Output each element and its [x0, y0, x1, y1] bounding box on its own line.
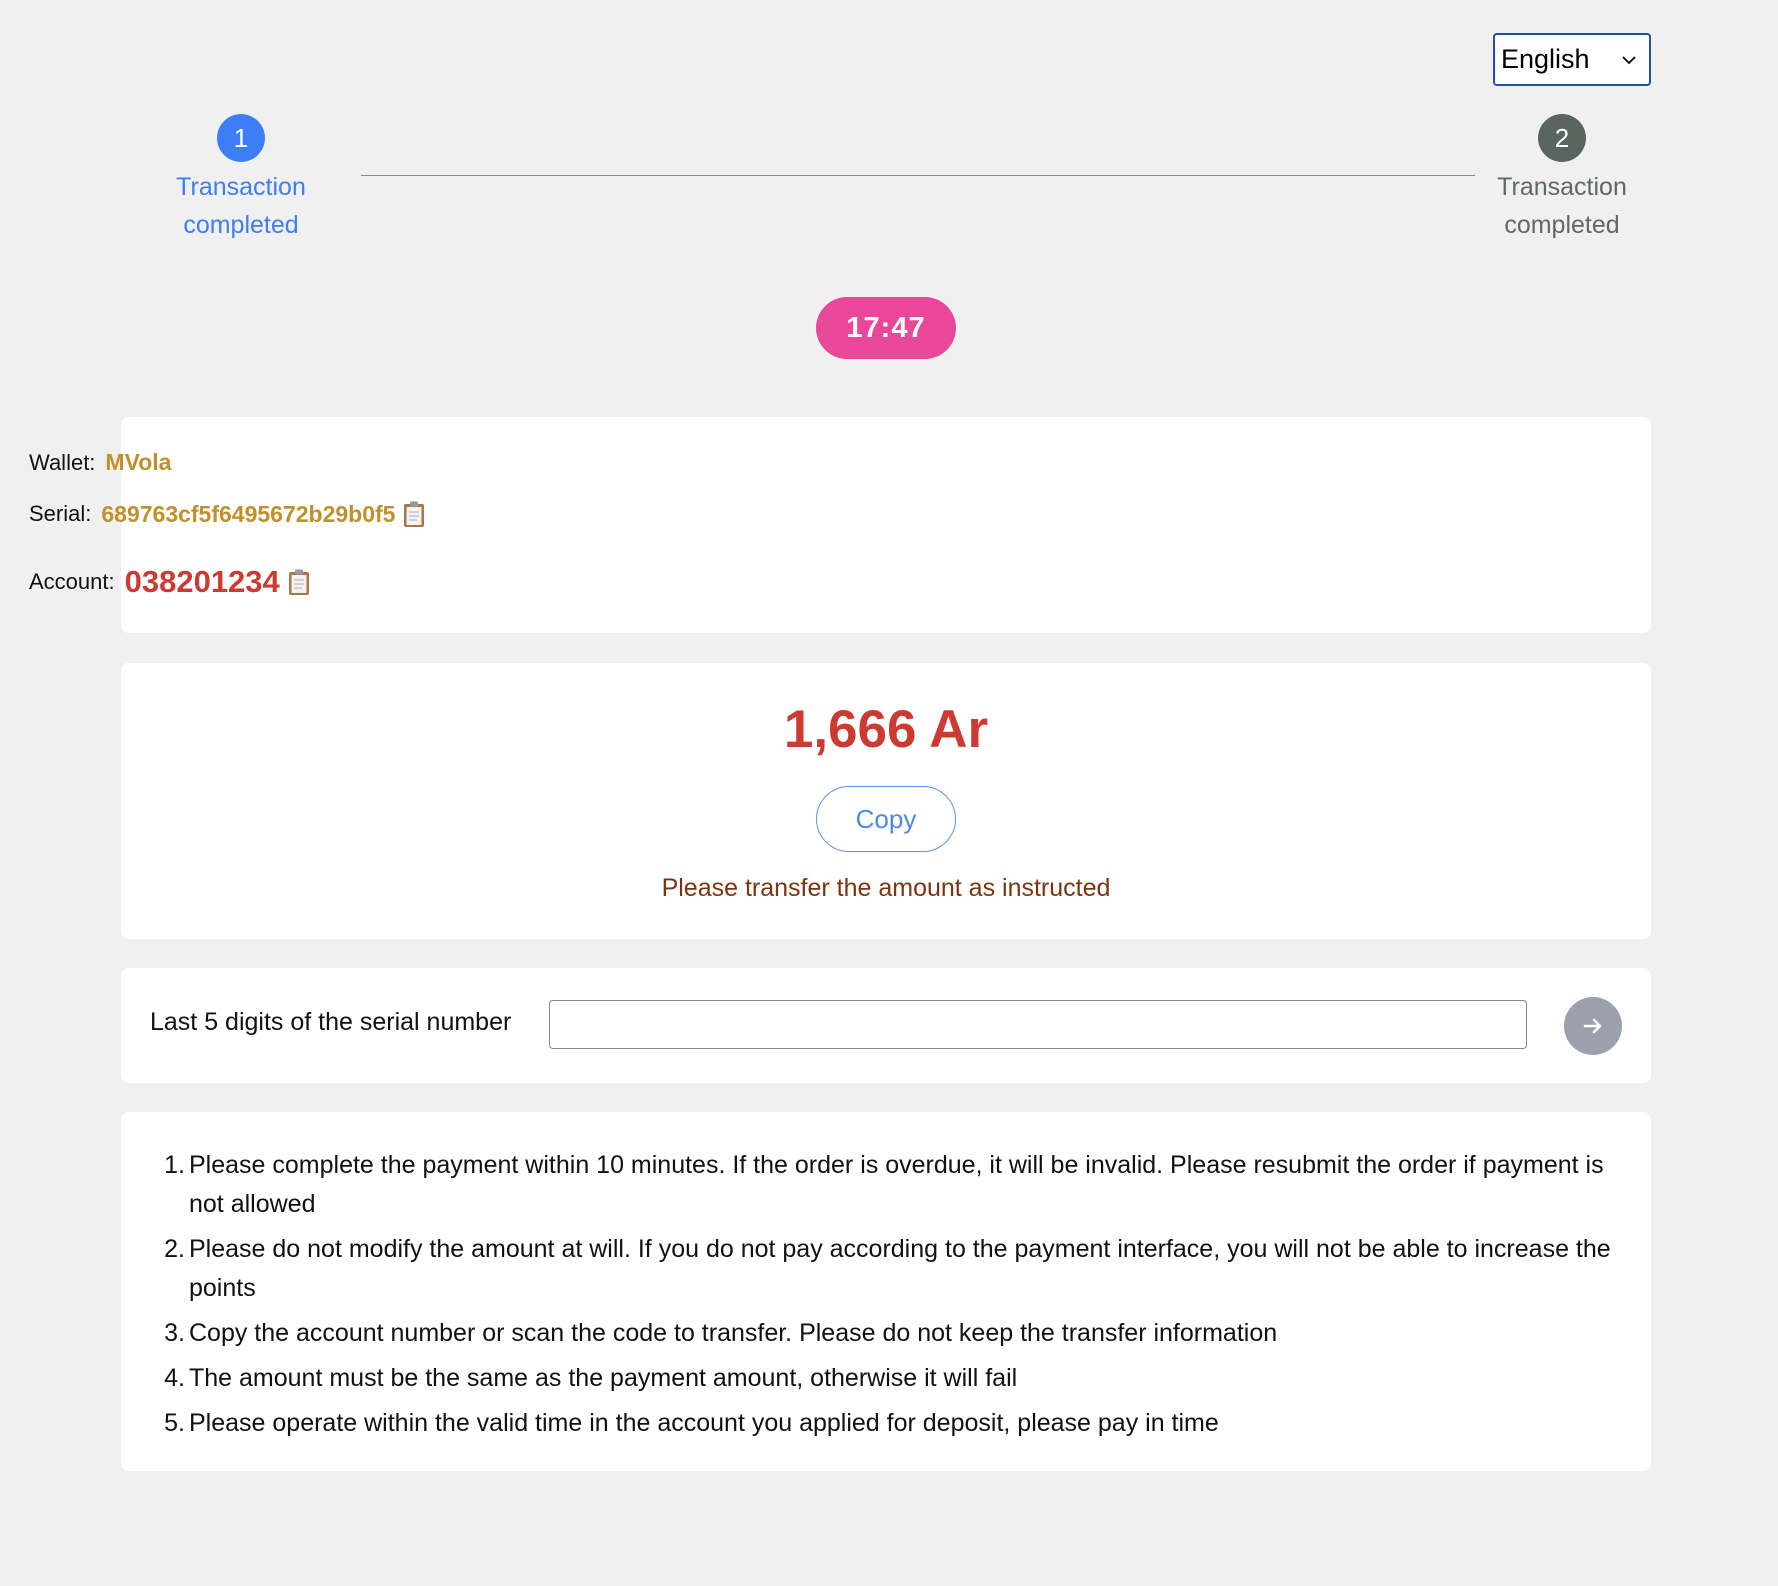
step-1: 1 Transaction completed	[141, 114, 341, 244]
arrow-right-icon	[1583, 1018, 1602, 1034]
transfer-notice: Please transfer the amount as instructed	[661, 874, 1111, 902]
instruction-item: Please operate within the valid time in …	[159, 1404, 1219, 1443]
serial-digits-input[interactable]	[549, 1000, 1527, 1049]
submit-button[interactable]	[1564, 997, 1622, 1055]
serial-digits-card: Last 5 digits of the serial number	[121, 968, 1651, 1083]
progress-stepper: 1 Transaction completed 2 Transaction co…	[0, 0, 1778, 260]
instructions-card: Please complete the payment within 10 mi…	[121, 1112, 1651, 1471]
serial-label: Serial:	[29, 501, 92, 526]
account-label: Account:	[29, 569, 115, 594]
copy-amount-button[interactable]: Copy	[816, 786, 956, 852]
clipboard-icon[interactable]	[402, 500, 426, 528]
amount-card: 1,666 Ar Copy Please transfer the amount…	[121, 663, 1651, 939]
step-2: 2 Transaction completed	[1462, 114, 1662, 244]
wallet-label: Wallet:	[29, 449, 96, 475]
serial-digits-label: Last 5 digits of the serial number	[150, 1008, 512, 1036]
amount-value: 1,666 Ar	[783, 700, 989, 759]
instructions-list: Please complete the payment within 10 mi…	[159, 1146, 1619, 1449]
step-1-label: Transaction completed	[176, 173, 306, 239]
step-1-number: 1	[217, 114, 265, 162]
serial-row: Serial: 689763cf5f6495672b29b0f5	[29, 500, 426, 528]
step-2-label: Transaction completed	[1497, 173, 1627, 239]
step-2-number: 2	[1538, 114, 1586, 162]
instruction-item: Copy the account number or scan the code…	[159, 1314, 1278, 1353]
serial-value: 689763cf5f6495672b29b0f5	[101, 500, 396, 527]
wallet-value: MVola	[105, 449, 172, 475]
instruction-item: Please complete the payment within 10 mi…	[159, 1146, 1604, 1218]
account-row: Account: 038201234	[29, 564, 311, 600]
step-connector-line	[361, 175, 1475, 176]
instruction-item: The amount must be the same as the payme…	[159, 1359, 1018, 1398]
instruction-item: Please do not modify the amount at will.…	[159, 1230, 1611, 1302]
clipboard-icon[interactable]	[287, 568, 311, 596]
wallet-row: Wallet: MVola	[29, 449, 171, 476]
account-value: 038201234	[124, 564, 280, 599]
countdown-timer: 17:47	[816, 297, 956, 359]
